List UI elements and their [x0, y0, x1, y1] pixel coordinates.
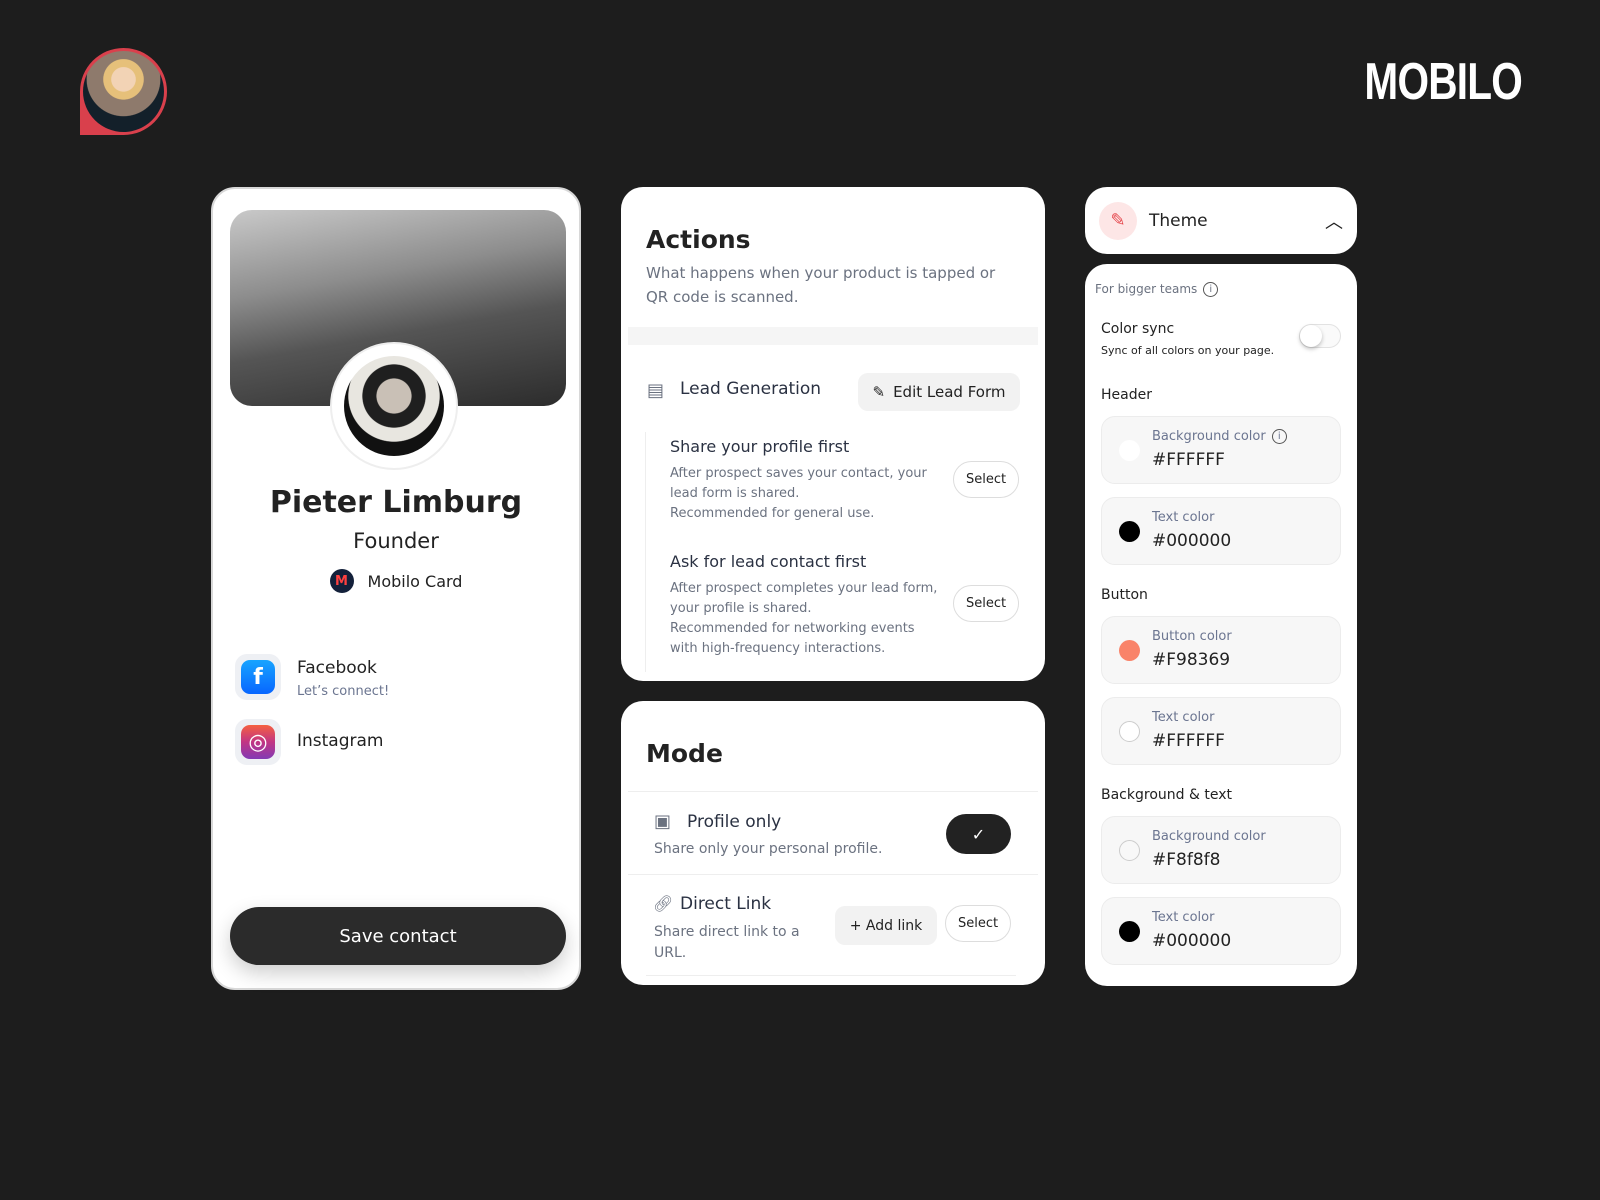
- facebook-icon: f: [235, 654, 281, 700]
- mobilo-company-icon: M: [329, 569, 354, 593]
- link-facebook[interactable]: f Facebook Let’s connect!: [235, 654, 389, 700]
- field-value: #F98369: [1152, 650, 1231, 670]
- company-name: Mobilo Card: [367, 571, 463, 591]
- field-value: #FFFFFF: [1152, 450, 1225, 470]
- button-color-field[interactable]: Button color #F98369: [1101, 616, 1341, 684]
- lead-generation-title: Lead Generation: [680, 379, 822, 399]
- color-swatch: [1119, 440, 1140, 461]
- theme-accordion-header[interactable]: ✎ Theme ︿: [1085, 187, 1357, 254]
- section-title: Button: [1101, 587, 1148, 603]
- field-value: #000000: [1152, 531, 1232, 551]
- teams-label: For bigger teams i: [1095, 282, 1219, 297]
- field-value: #FFFFFF: [1152, 731, 1225, 751]
- section-title: Background & text: [1101, 787, 1232, 803]
- mode-panel: Mode ▣ Profile only Share only your pers…: [621, 701, 1045, 985]
- profile-only-title: Profile only: [687, 812, 782, 832]
- option-title: Ask for lead contact first: [670, 552, 867, 571]
- link-subtitle: Let’s connect!: [297, 684, 390, 699]
- direct-link-title: Direct Link: [680, 894, 772, 914]
- select-share-profile-first-button[interactable]: Select: [953, 461, 1020, 498]
- teams-label-text: For bigger teams: [1095, 282, 1198, 296]
- info-icon[interactable]: i: [1271, 429, 1287, 444]
- direct-link-description: Share direct link to a URL.: [654, 924, 800, 961]
- user-avatar[interactable]: [80, 48, 167, 135]
- theme-title: Theme: [1149, 210, 1208, 231]
- profile-only-description: Share only your personal profile.: [654, 841, 883, 857]
- actions-description: What happens when your product is tapped…: [646, 264, 996, 306]
- actions-panel: Actions What happens when your product i…: [621, 187, 1045, 681]
- chevron-up-icon[interactable]: ︿: [1325, 208, 1343, 234]
- select-ask-lead-first-button[interactable]: Select: [953, 585, 1020, 622]
- color-swatch: [1119, 640, 1140, 661]
- pencil-icon: ✎: [872, 383, 886, 401]
- color-swatch: [1119, 840, 1140, 861]
- field-value: #F8f8f8: [1152, 850, 1221, 870]
- actions-title: Actions: [646, 225, 751, 254]
- edit-lead-form-button[interactable]: ✎ Edit Lead Form: [858, 373, 1020, 411]
- field-label-text: Background color: [1152, 429, 1266, 444]
- color-swatch: [1119, 721, 1140, 742]
- divider: [628, 791, 1038, 792]
- field-label: Text color: [1152, 710, 1215, 725]
- save-contact-button[interactable]: Save contact: [230, 907, 566, 965]
- link-title: Facebook: [297, 658, 377, 678]
- link-icon: 🔗︎: [653, 894, 674, 913]
- profile-only-selected-button[interactable]: ✓: [946, 814, 1011, 854]
- profile-photo: [330, 342, 458, 470]
- option-description: After prospect saves your contact, your …: [670, 466, 927, 521]
- profile-preview-card: Pieter Limburg Founder M Mobilo Card f Fa…: [211, 187, 581, 990]
- divider: [646, 975, 1016, 976]
- profile-company: M Mobilo Card: [213, 569, 579, 593]
- field-value: #000000: [1152, 931, 1232, 951]
- section-title: Header: [1101, 387, 1152, 403]
- color-sync-description: Sync of all colors on your page.: [1101, 344, 1275, 357]
- brush-icon: ✎: [1099, 201, 1137, 240]
- field-label: Button color: [1152, 629, 1232, 644]
- header-background-color-field[interactable]: Background color i #FFFFFF: [1101, 416, 1341, 484]
- profile-role: Founder: [353, 529, 439, 553]
- mobilo-logo: MOBILO: [1364, 53, 1522, 111]
- check-icon: ✓: [971, 824, 986, 844]
- color-swatch: [1119, 921, 1140, 942]
- add-link-button[interactable]: + Add link: [835, 906, 937, 945]
- field-label: Text color: [1152, 510, 1215, 525]
- link-instagram[interactable]: ◎ Instagram: [235, 719, 384, 765]
- edit-lead-form-label: Edit Lead Form: [893, 383, 1006, 401]
- divider: [628, 874, 1038, 875]
- info-icon[interactable]: i: [1203, 282, 1219, 297]
- form-icon: ▤: [647, 380, 665, 401]
- field-label: Text color: [1152, 910, 1215, 925]
- theme-panel: For bigger teams i Color sync Sync of all…: [1085, 264, 1357, 986]
- option-description: After prospect completes your lead form,…: [670, 581, 938, 656]
- profile-icon: ▣: [654, 811, 672, 832]
- color-sync-toggle[interactable]: [1299, 324, 1341, 348]
- option-title: Share your profile first: [670, 437, 850, 456]
- button-text-color-field[interactable]: Text color #FFFFFF: [1101, 697, 1341, 765]
- background-text-color-field[interactable]: Text color #000000: [1101, 897, 1341, 965]
- mode-title: Mode: [646, 739, 723, 768]
- instagram-icon: ◎: [235, 719, 281, 765]
- field-label: Background color: [1152, 829, 1266, 844]
- color-swatch: [1119, 521, 1140, 542]
- profile-name: Pieter Limburg: [269, 485, 523, 520]
- avatar-photo: [83, 51, 164, 132]
- divider: [628, 327, 1038, 345]
- divider: [645, 432, 646, 672]
- color-sync-title: Color sync: [1101, 321, 1175, 337]
- link-title: Instagram: [297, 731, 384, 751]
- select-direct-link-button[interactable]: Select: [945, 905, 1012, 942]
- header-text-color-field[interactable]: Text color #000000: [1101, 497, 1341, 565]
- field-label: Background color i: [1152, 429, 1287, 444]
- background-color-field[interactable]: Background color #F8f8f8: [1101, 816, 1341, 884]
